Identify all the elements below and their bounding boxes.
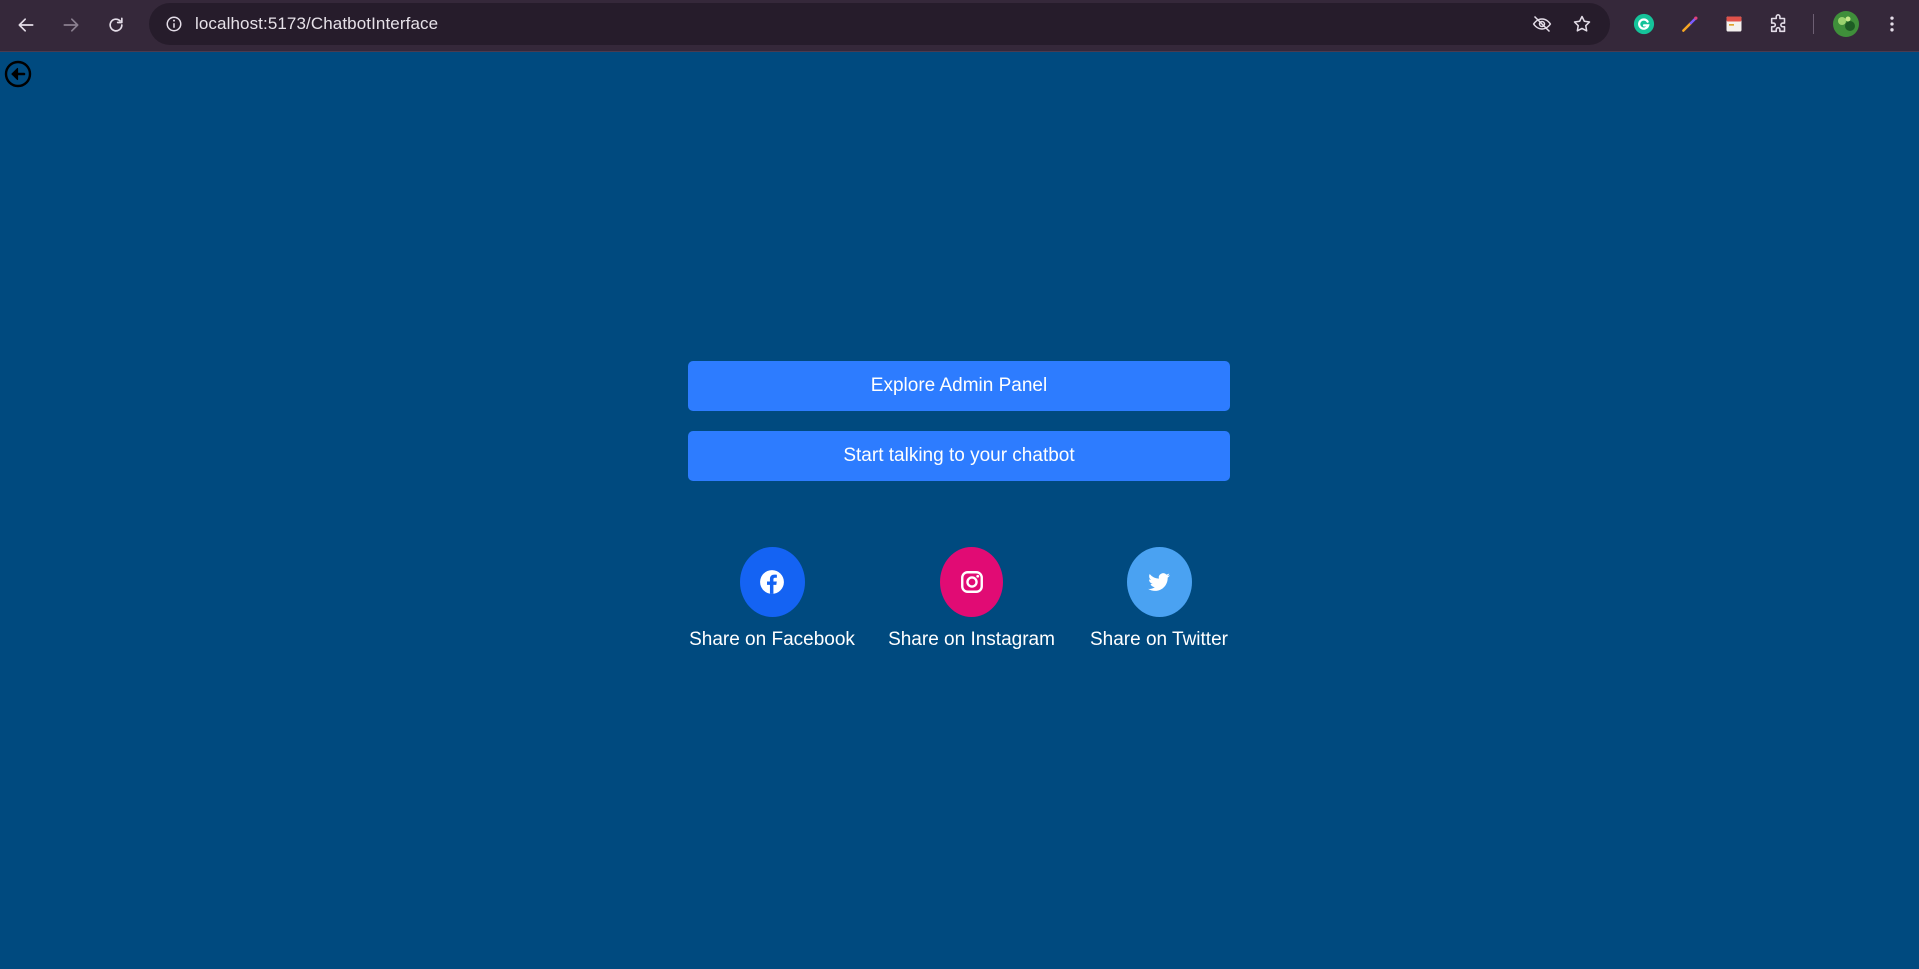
puzzle-icon: [1770, 14, 1786, 33]
instagram-circle: [940, 547, 1003, 617]
toolbar-divider: [1813, 14, 1814, 34]
eye-off-icon: [1532, 15, 1552, 33]
info-icon: [166, 16, 182, 32]
share-instagram-label: Share on Instagram: [888, 629, 1055, 650]
reload-button[interactable]: [98, 7, 134, 43]
grammarly-icon: [1633, 13, 1655, 35]
reload-icon: [109, 17, 123, 32]
share-facebook-button[interactable]: Share on Facebook: [687, 547, 857, 651]
more-vert-icon: [1890, 16, 1894, 32]
color-picker-extension[interactable]: [1675, 9, 1705, 39]
grammarly-extension[interactable]: [1629, 9, 1659, 39]
twitter-circle: [1126, 547, 1192, 617]
url-text[interactable]: localhost:5173/ChatbotInterface: [195, 3, 438, 45]
twitter-icon: [1148, 573, 1170, 591]
page-back-button[interactable]: [4, 60, 32, 88]
facebook-circle: [739, 547, 805, 617]
share-twitter-button[interactable]: Share on Twitter: [1087, 547, 1231, 651]
color-picker-icon: [1682, 16, 1698, 32]
browser-menu-button[interactable]: [1877, 9, 1907, 39]
instagram-icon: [960, 571, 983, 593]
tracking-protection-button[interactable]: [1527, 9, 1557, 39]
site-info-button[interactable]: [159, 9, 189, 39]
back-button[interactable]: [8, 7, 44, 43]
share-instagram-button[interactable]: Share on Instagram: [884, 547, 1059, 651]
address-bar[interactable]: localhost:5173/ChatbotInterface: [149, 3, 1610, 45]
notes-icon: [1726, 16, 1742, 32]
forward-button[interactable]: [53, 7, 89, 43]
start-chat-button[interactable]: Start talking to your chatbot: [688, 431, 1230, 481]
circle-arrow-left-icon: [4, 60, 32, 88]
profile-button[interactable]: [1831, 9, 1861, 39]
share-facebook-label: Share on Facebook: [689, 629, 855, 650]
arrow-left-icon: [18, 18, 34, 32]
notes-extension[interactable]: [1719, 9, 1749, 39]
browser-toolbar: localhost:5173/ChatbotInterface: [0, 0, 1919, 52]
facebook-icon: [760, 570, 784, 594]
avatar: [1833, 11, 1859, 37]
share-twitter-label: Share on Twitter: [1089, 629, 1228, 650]
star-icon: [1573, 15, 1591, 32]
arrow-right-icon: [63, 18, 79, 32]
extensions-button[interactable]: [1764, 9, 1794, 39]
explore-admin-panel-button[interactable]: Explore Admin Panel: [688, 361, 1230, 411]
bookmark-button[interactable]: [1567, 9, 1597, 39]
